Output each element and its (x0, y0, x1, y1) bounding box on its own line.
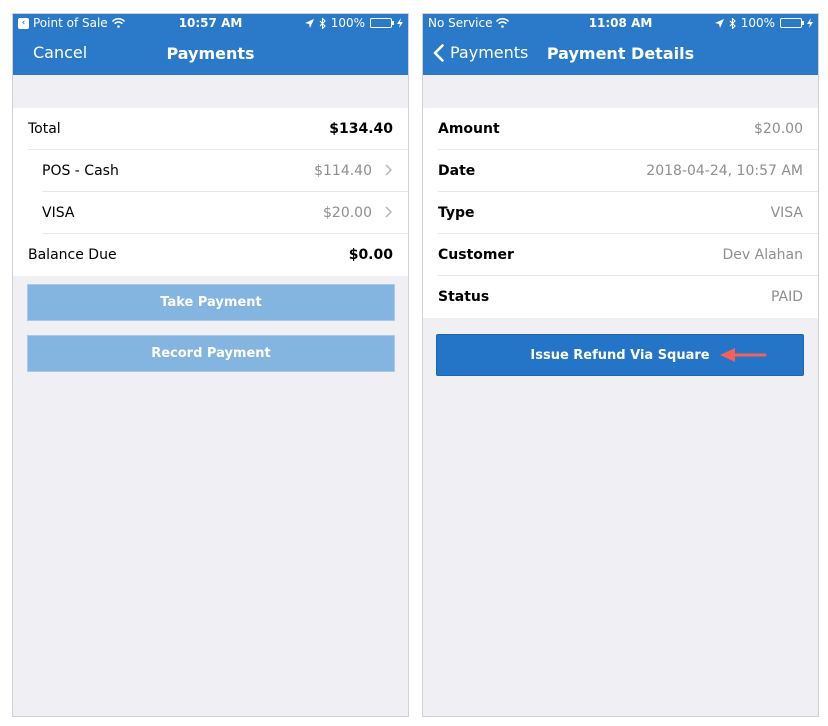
detail-label: Type (438, 205, 475, 221)
detail-label: Customer (438, 247, 514, 263)
detail-row-status: Status PAID (423, 276, 818, 318)
detail-row-type: Type VISA (423, 192, 818, 234)
payment-label: POS - Cash (42, 163, 119, 179)
detail-label: Amount (438, 121, 500, 137)
battery-percent: 100% (330, 16, 365, 30)
payment-label: VISA (42, 205, 75, 221)
take-payment-button[interactable]: Take Payment (27, 284, 395, 321)
total-label: Total (28, 121, 61, 137)
battery-percent: 100% (740, 16, 775, 30)
detail-value: Dev Alahan (722, 247, 804, 263)
issue-refund-button[interactable]: Issue Refund Via Square (436, 334, 804, 376)
total-value: $134.40 (329, 121, 393, 137)
chevron-left-icon (433, 43, 444, 62)
payment-row-visa[interactable]: VISA $20.00 (13, 192, 408, 234)
header: No Service 11:08 AM 100% Payments Paymen… (423, 14, 818, 75)
battery-icon (780, 18, 804, 28)
header: ‹ Point of Sale 10:57 AM 100% Cancel Pay… (13, 14, 408, 75)
page-title: Payment Details (546, 44, 695, 63)
payment-amount: $114.40 (314, 163, 372, 179)
detail-value: $20.00 (754, 121, 803, 137)
charging-bolt-icon (807, 18, 813, 28)
nav-bar: Payments Payment Details (423, 34, 818, 75)
battery-icon (370, 18, 394, 28)
status-right: 100% (714, 16, 813, 30)
location-arrow-icon (714, 18, 724, 28)
detail-row-customer: Customer Dev Alahan (423, 234, 818, 276)
balance-due-label: Balance Due (28, 247, 117, 263)
payment-details-list: Amount $20.00 Date 2018-04-24, 10:57 AM … (423, 108, 818, 318)
detail-value: 2018-04-24, 10:57 AM (646, 163, 803, 179)
nav-bar: Cancel Payments (13, 34, 408, 75)
detail-row-amount: Amount $20.00 (423, 108, 818, 150)
detail-row-date: Date 2018-04-24, 10:57 AM (423, 150, 818, 192)
phone-screen-payments: ‹ Point of Sale 10:57 AM 100% Cancel Pay… (12, 13, 409, 717)
payment-amount: $20.00 (323, 205, 372, 221)
status-bar: No Service 11:08 AM 100% (423, 14, 818, 34)
bluetooth-icon (319, 17, 326, 29)
total-row: Total $134.40 (13, 108, 408, 150)
status-right: 100% (304, 16, 403, 30)
payment-row-cash[interactable]: POS - Cash $114.40 (13, 150, 408, 192)
issue-refund-label: Issue Refund Via Square (530, 347, 710, 363)
chevron-right-icon (385, 206, 392, 218)
charging-bolt-icon (397, 18, 403, 28)
status-bar: ‹ Point of Sale 10:57 AM 100% (13, 14, 408, 34)
bluetooth-icon (729, 17, 736, 29)
page-title: Payments (166, 44, 255, 63)
phone-screen-payment-details: No Service 11:08 AM 100% Payments Paymen… (422, 13, 819, 717)
detail-label: Status (438, 289, 490, 305)
detail-value: PAID (770, 289, 803, 305)
balance-due-value: $0.00 (348, 247, 393, 263)
detail-value: VISA (770, 205, 803, 221)
balance-due-row: Balance Due $0.00 (13, 234, 408, 276)
chevron-right-icon (385, 164, 392, 176)
location-arrow-icon (304, 18, 314, 28)
payments-summary: Total $134.40 POS - Cash $114.40 VISA $2… (13, 108, 408, 276)
detail-label: Date (438, 163, 476, 179)
record-payment-button[interactable]: Record Payment (27, 335, 395, 372)
annotation-arrow-icon (720, 348, 767, 362)
